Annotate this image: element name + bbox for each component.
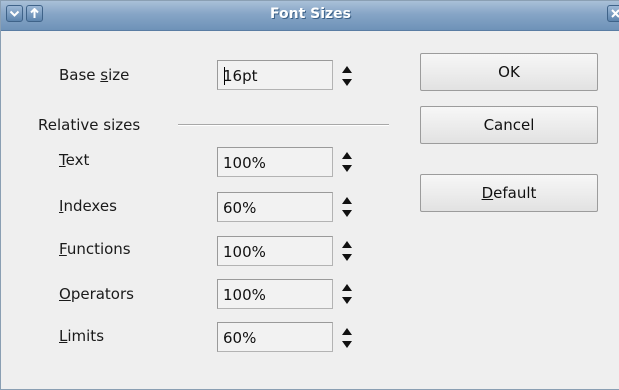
functions-label-rest: unctions bbox=[66, 240, 131, 258]
text-label: Text bbox=[59, 151, 89, 169]
base-size-mnemonic: s bbox=[100, 66, 109, 84]
text-size-field[interactable]: 100% bbox=[217, 147, 333, 177]
limits-size-value: 60% bbox=[223, 329, 257, 347]
operators-size-field[interactable]: 100% bbox=[217, 279, 333, 309]
font-sizes-dialog: Font Sizes Base size 16pt Relative sizes… bbox=[0, 0, 619, 390]
text-size-spin-arrows-icon[interactable] bbox=[341, 149, 353, 175]
operators-label-rest: perators bbox=[70, 285, 134, 303]
window-title: Font Sizes bbox=[269, 6, 351, 22]
base-size-value: 16pt bbox=[223, 67, 258, 85]
ok-button[interactable]: OK bbox=[420, 53, 598, 91]
limits-size-spin-arrows-icon[interactable] bbox=[341, 325, 353, 351]
operators-mnemonic: O bbox=[59, 285, 71, 303]
default-label-rest: efault bbox=[493, 184, 537, 202]
limits-size-field[interactable]: 60% bbox=[217, 322, 333, 352]
functions-mnemonic: F bbox=[59, 240, 67, 258]
base-size-label-text-a: Base bbox=[59, 66, 101, 84]
indexes-label: Indexes bbox=[59, 197, 117, 215]
functions-size-field[interactable]: 100% bbox=[217, 236, 333, 266]
title-bar[interactable]: Font Sizes bbox=[1, 1, 619, 31]
indexes-size-spin-arrows-icon[interactable] bbox=[341, 194, 353, 220]
close-window-button[interactable] bbox=[607, 5, 619, 22]
operators-size-value: 100% bbox=[223, 286, 266, 304]
limits-label: Limits bbox=[59, 327, 104, 345]
operators-label: Operators bbox=[59, 285, 134, 303]
functions-size-spin-arrows-icon[interactable] bbox=[341, 238, 353, 264]
close-icon bbox=[611, 9, 619, 18]
limits-label-rest: imits bbox=[67, 327, 105, 345]
indexes-label-rest: ndexes bbox=[63, 197, 117, 215]
text-mnemonic: T bbox=[59, 151, 66, 169]
text-label-rest: ext bbox=[65, 151, 90, 169]
base-size-field[interactable]: 16pt bbox=[217, 60, 333, 90]
functions-label: Functions bbox=[59, 240, 131, 258]
functions-size-value: 100% bbox=[223, 243, 266, 261]
base-size-spin-arrows-icon[interactable] bbox=[341, 63, 353, 89]
default-button[interactable]: Default bbox=[420, 174, 598, 212]
cancel-button[interactable]: Cancel bbox=[420, 106, 598, 144]
base-size-label-text-b: ize bbox=[108, 66, 130, 84]
indexes-size-value: 60% bbox=[223, 199, 257, 217]
text-size-value: 100% bbox=[223, 154, 266, 172]
operators-size-spin-arrows-icon[interactable] bbox=[341, 281, 353, 307]
group-separator bbox=[178, 124, 389, 126]
default-mnemonic: D bbox=[481, 184, 494, 202]
relative-sizes-label: Relative sizes bbox=[38, 116, 141, 134]
base-size-label: Base size bbox=[59, 66, 129, 84]
indexes-size-field[interactable]: 60% bbox=[217, 192, 333, 222]
